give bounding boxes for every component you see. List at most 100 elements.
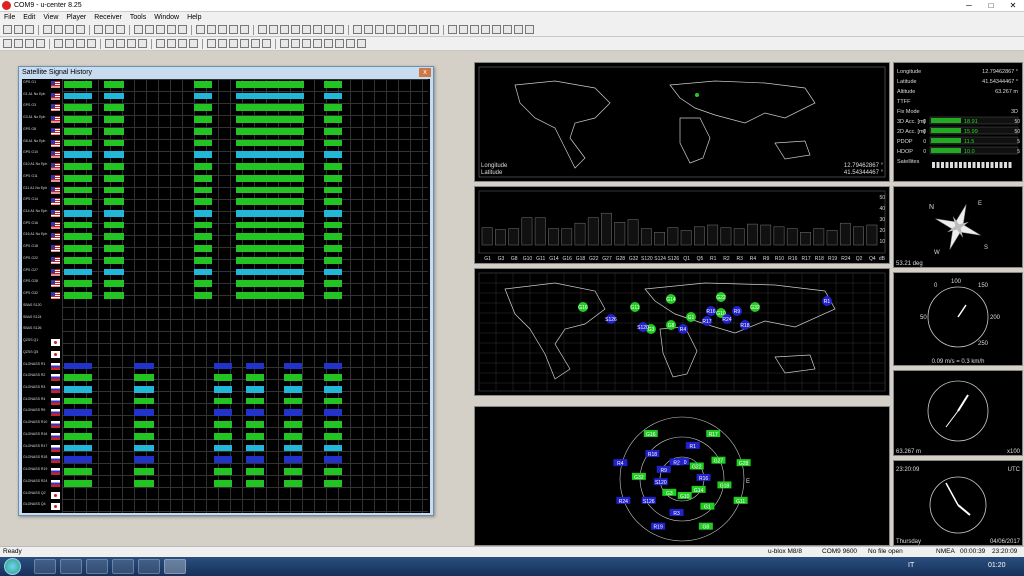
toolbar-button[interactable] <box>178 25 187 34</box>
toolbar-button[interactable] <box>189 39 198 48</box>
toolbar-button[interactable] <box>357 39 366 48</box>
toolbar-button[interactable] <box>105 25 114 34</box>
toolbar-button[interactable] <box>313 39 322 48</box>
toolbar-button[interactable] <box>14 25 23 34</box>
toolbar-button[interactable] <box>240 39 249 48</box>
toolbar-button[interactable] <box>156 25 165 34</box>
toolbar-button[interactable] <box>3 39 12 48</box>
toolbar-button[interactable] <box>492 25 501 34</box>
speedometer-window[interactable]: 100 0 150 50 200 250 0.09 m/s = 0.3 km/h <box>893 272 1023 366</box>
taskbar-ucenter[interactable] <box>164 559 186 574</box>
menu-tools[interactable]: Tools <box>126 14 150 21</box>
toolbar-button[interactable] <box>335 39 344 48</box>
signal-bars-window[interactable]: G1 G3 G8 G10 G11 G14 G16 G18 G22 G27 G28 G32 S120 S12… <box>474 186 890 264</box>
toolbar-button[interactable] <box>218 39 227 48</box>
taskbar-chrome[interactable] <box>138 559 160 574</box>
toolbar-button[interactable] <box>87 39 96 48</box>
toolbar-button[interactable] <box>156 39 165 48</box>
toolbar-button[interactable] <box>408 25 417 34</box>
toolbar-button[interactable] <box>262 39 271 48</box>
menu-player[interactable]: Player <box>62 14 90 21</box>
ssh-close-button[interactable]: x <box>419 68 431 77</box>
toolbar-button[interactable] <box>481 25 490 34</box>
toolbar-button[interactable] <box>269 25 278 34</box>
toolbar-button[interactable] <box>514 25 523 34</box>
toolbar-button[interactable] <box>280 25 289 34</box>
toolbar-button[interactable] <box>167 25 176 34</box>
sky-view-window[interactable]: ER10R1R17G22G27G28R16G18G11G14G1G8G10R3R… <box>474 406 890 546</box>
taskbar-ie[interactable] <box>34 559 56 574</box>
toolbar-button[interactable] <box>324 39 333 48</box>
toolbar-button[interactable] <box>430 25 439 34</box>
toolbar-button[interactable] <box>324 25 333 34</box>
maximize-button[interactable]: □ <box>980 0 1002 12</box>
taskbar-explorer[interactable] <box>60 559 82 574</box>
toolbar-button[interactable] <box>196 25 205 34</box>
toolbar-button[interactable] <box>291 25 300 34</box>
toolbar-button[interactable] <box>116 25 125 34</box>
world-map-window[interactable]: Longitude Latitude 12.79462867 ° 41.5434… <box>474 62 890 182</box>
toolbar-button[interactable] <box>229 25 238 34</box>
toolbar-button[interactable] <box>229 39 238 48</box>
toolbar-button[interactable] <box>116 39 125 48</box>
toolbar-button[interactable] <box>448 25 457 34</box>
satellite-signal-history-window[interactable]: Satellite Signal History x GPS G1 G1 A1 N… <box>18 66 434 516</box>
close-button[interactable]: ✕ <box>1002 0 1024 12</box>
toolbar-button[interactable] <box>335 25 344 34</box>
toolbar-button[interactable] <box>207 39 216 48</box>
toolbar-button[interactable] <box>138 39 147 48</box>
toolbar-button[interactable] <box>3 25 12 34</box>
toolbar-button[interactable] <box>65 25 74 34</box>
toolbar-button[interactable] <box>240 25 249 34</box>
toolbar-button[interactable] <box>65 39 74 48</box>
toolbar-button[interactable] <box>525 25 534 34</box>
toolbar-button[interactable] <box>302 39 311 48</box>
toolbar-button[interactable] <box>346 39 355 48</box>
toolbar-button[interactable] <box>178 39 187 48</box>
minimize-button[interactable]: ─ <box>958 0 980 12</box>
toolbar-button[interactable] <box>207 25 216 34</box>
menu-help[interactable]: Help <box>183 14 205 21</box>
toolbar-button[interactable] <box>54 25 63 34</box>
toolbar-button[interactable] <box>54 39 63 48</box>
toolbar-button[interactable] <box>43 25 52 34</box>
toolbar-button[interactable] <box>251 39 260 48</box>
menu-edit[interactable]: Edit <box>19 14 39 21</box>
toolbar-button[interactable] <box>291 39 300 48</box>
toolbar-button[interactable] <box>94 25 103 34</box>
toolbar-button[interactable] <box>375 25 384 34</box>
toolbar-button[interactable] <box>134 25 143 34</box>
menu-receiver[interactable]: Receiver <box>90 14 126 21</box>
toolbar-button[interactable] <box>36 39 45 48</box>
compass-window[interactable]: N E S W 53.21 deg <box>893 186 1023 268</box>
start-button[interactable] <box>4 558 21 575</box>
toolbar-button[interactable] <box>313 25 322 34</box>
toolbar-button[interactable] <box>167 39 176 48</box>
toolbar-button[interactable] <box>302 25 311 34</box>
toolbar-button[interactable] <box>503 25 512 34</box>
toolbar-button[interactable] <box>25 25 34 34</box>
toolbar-button[interactable] <box>386 25 395 34</box>
toolbar-button[interactable] <box>76 25 85 34</box>
menu-file[interactable]: File <box>0 14 19 21</box>
toolbar-button[interactable] <box>14 39 23 48</box>
menu-window[interactable]: Window <box>150 14 183 21</box>
toolbar-button[interactable] <box>258 25 267 34</box>
altimeter-window[interactable]: 63.267 m x100 <box>893 370 1023 456</box>
toolbar-button[interactable] <box>127 39 136 48</box>
toolbar-button[interactable] <box>470 25 479 34</box>
toolbar-button[interactable] <box>397 25 406 34</box>
data-view-window[interactable]: Longitude 12.79462867 ° Latitude 41.5434446… <box>893 62 1023 182</box>
toolbar-button[interactable] <box>459 25 468 34</box>
clock-window[interactable]: 23:20:09 UTC Thursday 04/06/2017 <box>893 460 1023 546</box>
taskbar-app[interactable] <box>112 559 134 574</box>
toolbar-button[interactable] <box>353 25 362 34</box>
toolbar-button[interactable] <box>218 25 227 34</box>
toolbar-button[interactable] <box>76 39 85 48</box>
toolbar-button[interactable] <box>25 39 34 48</box>
taskbar-media[interactable] <box>86 559 108 574</box>
toolbar-button[interactable] <box>364 25 373 34</box>
toolbar-button[interactable] <box>145 25 154 34</box>
menu-view[interactable]: View <box>39 14 62 21</box>
toolbar-button[interactable] <box>105 39 114 48</box>
